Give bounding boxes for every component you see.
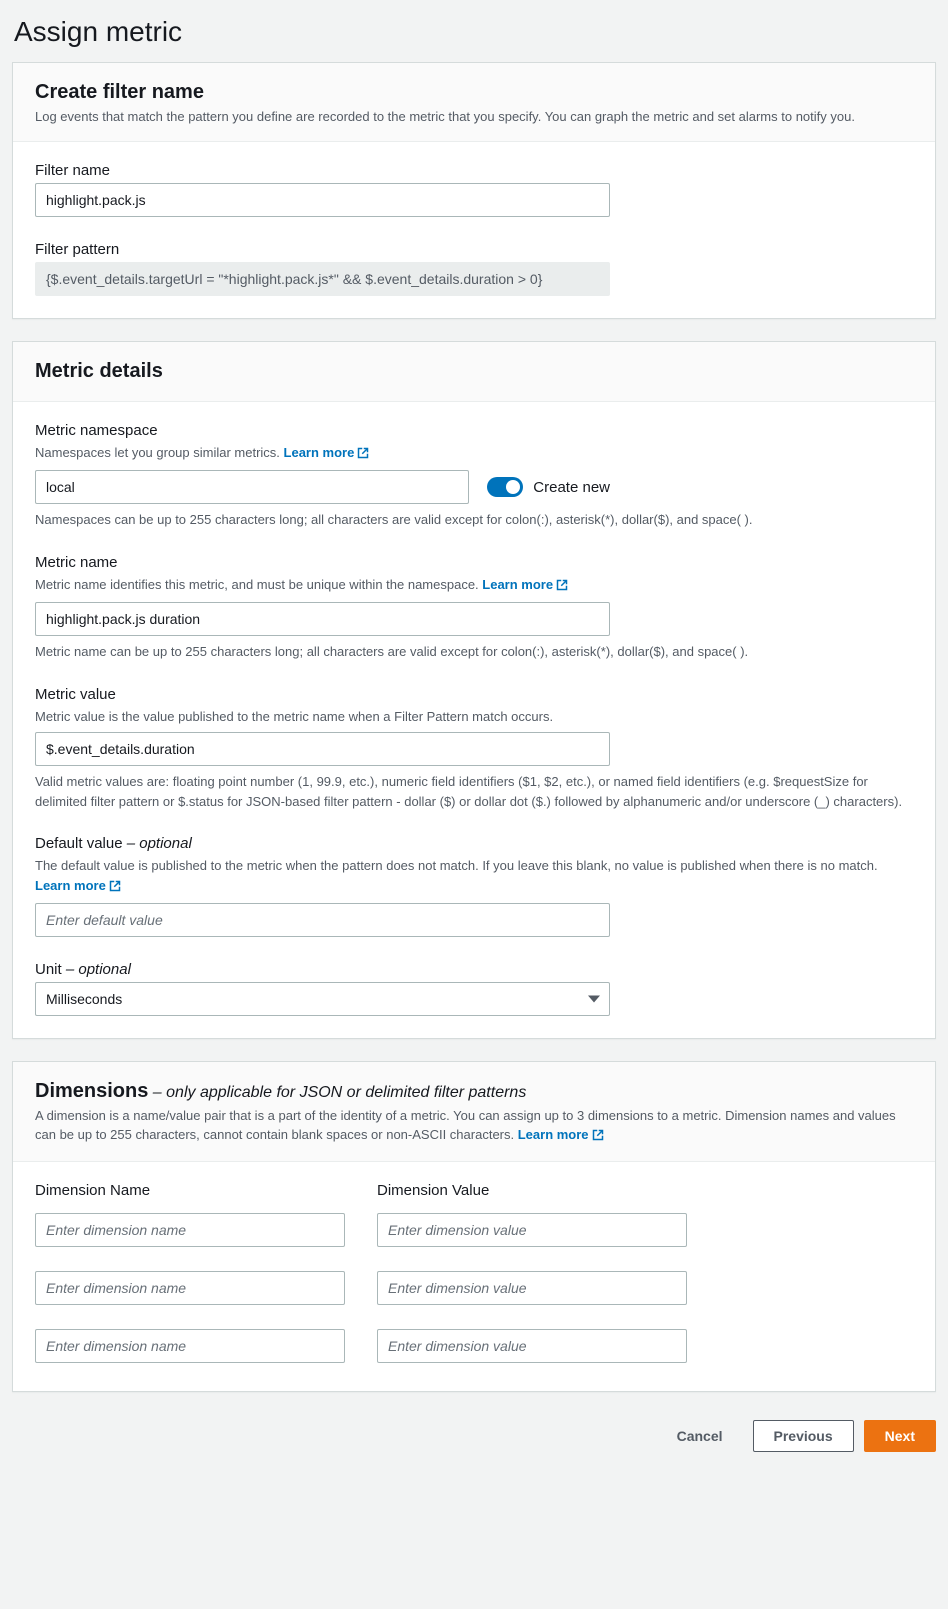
metric-value-label: Metric value (35, 686, 913, 703)
previous-button[interactable]: Previous (753, 1420, 854, 1452)
wizard-footer: Cancel Previous Next (12, 1414, 936, 1456)
external-link-icon (357, 445, 369, 465)
create-filter-title: Create filter name (35, 81, 913, 104)
dimension-value-input-3[interactable] (377, 1329, 687, 1363)
metric-namespace-help: Namespaces let you group similar metrics… (35, 443, 913, 465)
unit-label: Unit – optional (35, 961, 913, 978)
metric-namespace-input[interactable] (35, 470, 469, 504)
next-button[interactable]: Next (864, 1420, 936, 1452)
filter-name-label: Filter name (35, 162, 913, 179)
metric-details-panel: Metric details Metric namespace Namespac… (12, 341, 936, 1040)
dimensions-learn-more-link[interactable]: Learn more (518, 1127, 604, 1142)
metric-name-input[interactable] (35, 602, 610, 636)
default-value-label: Default value – optional (35, 835, 913, 852)
metric-namespace-help-text: Namespaces let you group similar metrics… (35, 445, 284, 460)
metric-details-header: Metric details (13, 342, 935, 402)
metric-name-help: Metric name identifies this metric, and … (35, 575, 913, 597)
dimensions-title-note: – only applicable for JSON or delimited … (148, 1084, 526, 1101)
dimension-name-input-1[interactable] (35, 1213, 345, 1247)
dimension-value-input-1[interactable] (377, 1213, 687, 1247)
dimension-value-input-2[interactable] (377, 1271, 687, 1305)
metric-value-input[interactable] (35, 732, 610, 766)
default-learn-more-link[interactable]: Learn more (35, 878, 121, 893)
metric-value-help: Metric value is the value published to t… (35, 707, 913, 727)
cancel-button[interactable]: Cancel (657, 1420, 743, 1452)
default-optional-tag: – optional (123, 835, 192, 852)
filter-name-input[interactable] (35, 183, 610, 217)
dimensions-desc: A dimension is a name/value pair that is… (35, 1107, 913, 1147)
filter-pattern-label: Filter pattern (35, 241, 913, 258)
metric-name-learn-more-link[interactable]: Learn more (482, 577, 568, 592)
metric-namespace-constraint: Namespaces can be up to 255 characters l… (35, 510, 913, 530)
dimensions-desc-text: A dimension is a name/value pair that is… (35, 1108, 896, 1142)
dimension-name-input-3[interactable] (35, 1329, 345, 1363)
default-value-help: The default value is published to the me… (35, 856, 913, 897)
create-filter-desc: Log events that match the pattern you de… (35, 108, 913, 127)
namespace-learn-more-link[interactable]: Learn more (284, 445, 370, 460)
dimension-value-col-label: Dimension Value (377, 1182, 687, 1199)
create-filter-panel: Create filter name Log events that match… (12, 62, 936, 319)
external-link-icon (592, 1128, 604, 1147)
dimension-name-input-2[interactable] (35, 1271, 345, 1305)
create-new-toggle-label: Create new (533, 479, 610, 496)
default-value-help-text: The default value is published to the me… (35, 858, 878, 873)
dimensions-header: Dimensions – only applicable for JSON or… (13, 1062, 935, 1162)
metric-details-title: Metric details (35, 360, 913, 383)
page-title: Assign metric (14, 16, 936, 48)
metric-value-constraint: Valid metric values are: floating point … (35, 772, 913, 811)
metric-name-help-text: Metric name identifies this metric, and … (35, 577, 482, 592)
default-value-input[interactable] (35, 903, 610, 937)
external-link-icon (109, 878, 121, 898)
create-filter-header: Create filter name Log events that match… (13, 63, 935, 142)
create-new-toggle[interactable] (487, 477, 523, 497)
metric-namespace-label: Metric namespace (35, 422, 913, 439)
unit-optional-tag: – optional (62, 961, 131, 978)
dimension-name-col-label: Dimension Name (35, 1182, 345, 1199)
external-link-icon (556, 577, 568, 597)
filter-pattern-readonly: {$.event_details.targetUrl = "*highlight… (35, 262, 610, 296)
dimensions-panel: Dimensions – only applicable for JSON or… (12, 1061, 936, 1392)
metric-name-constraint: Metric name can be up to 255 characters … (35, 642, 913, 662)
unit-select[interactable]: Milliseconds (35, 982, 610, 1016)
dimensions-title: Dimensions – only applicable for JSON or… (35, 1080, 913, 1103)
metric-name-label: Metric name (35, 554, 913, 571)
